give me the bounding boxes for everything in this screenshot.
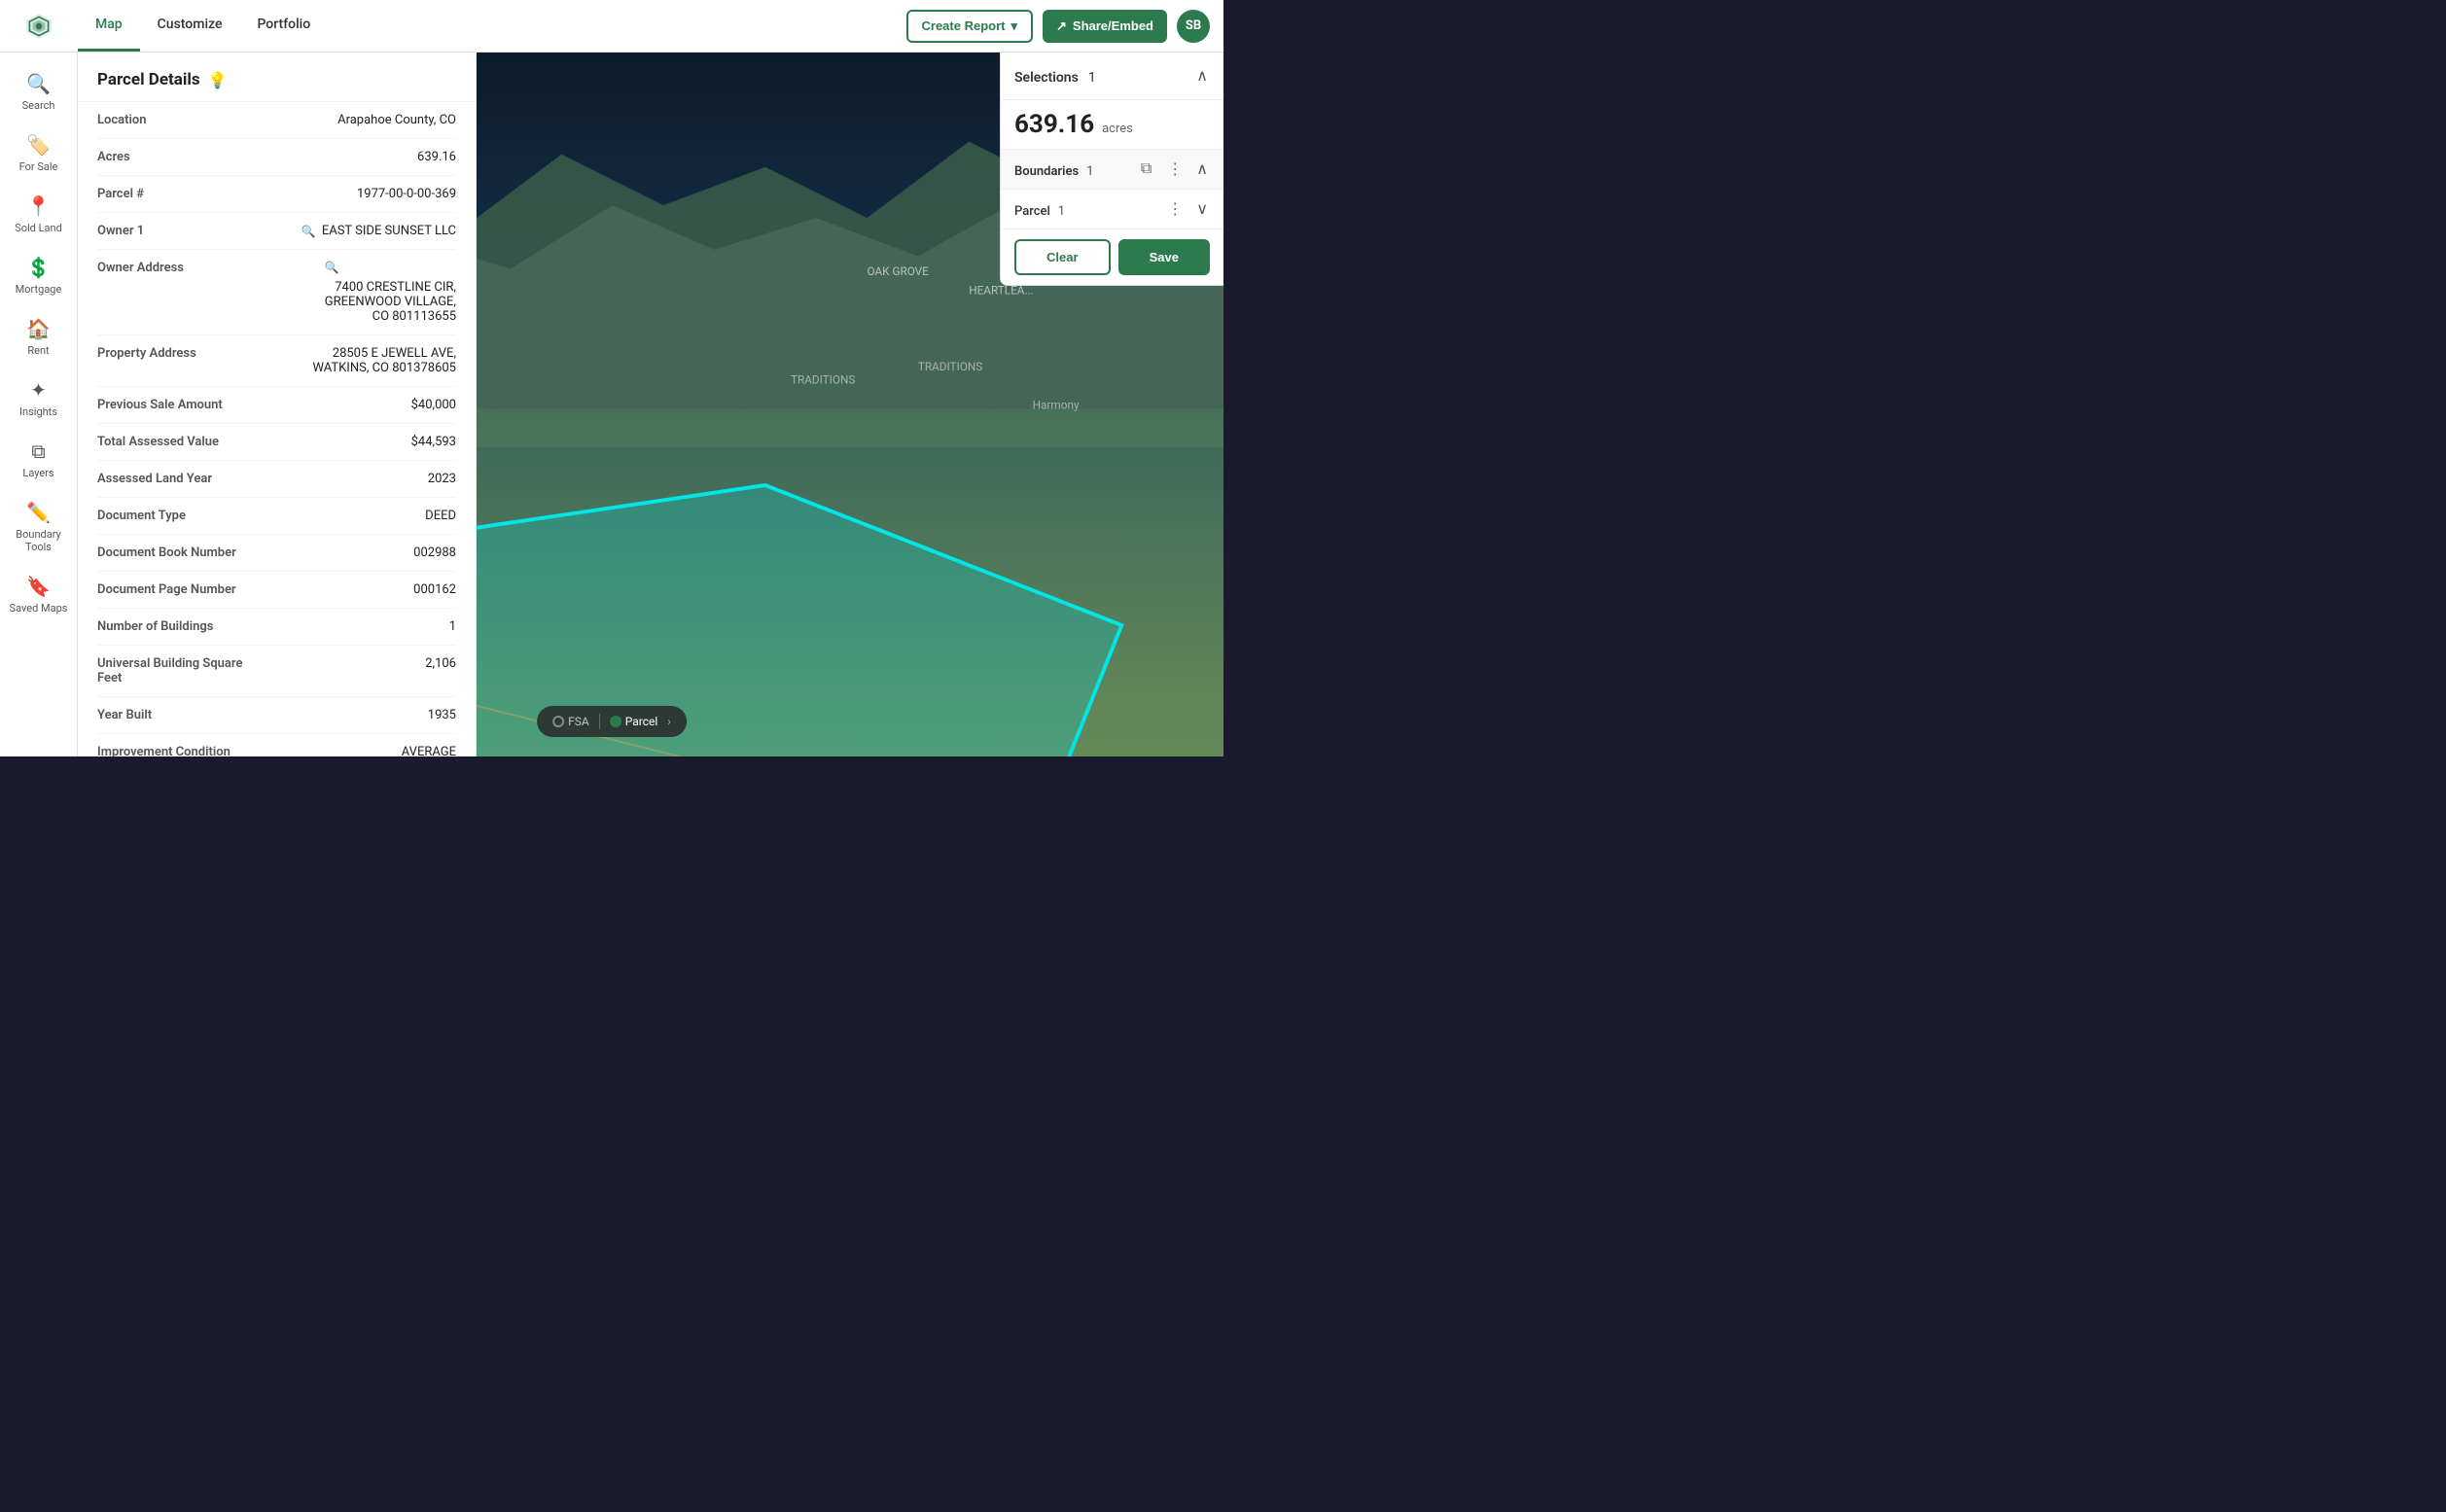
detail-row-location: Location Arapahoe County, CO bbox=[97, 102, 456, 139]
detail-row-acres: Acres 639.16 bbox=[97, 139, 456, 176]
action-buttons: Clear Save bbox=[1001, 229, 1223, 285]
create-report-button[interactable]: Create Report ▾ bbox=[906, 10, 1034, 43]
detail-row-assessed-value: Total Assessed Value $44,593 bbox=[97, 424, 456, 461]
avatar[interactable]: SB bbox=[1177, 10, 1210, 43]
share-icon: ↗ bbox=[1056, 18, 1067, 34]
bottom-bar-chevron[interactable]: › bbox=[667, 715, 671, 728]
detail-row-improvement: Improvement Condition AVERAGE bbox=[97, 734, 456, 756]
sidebar-item-sold-land[interactable]: 📍 Sold Land bbox=[5, 185, 73, 244]
detail-row-property-address: Property Address 28505 E JEWELL AVE,WATK… bbox=[97, 335, 456, 387]
chevron-up-icon: ∧ bbox=[1196, 68, 1208, 85]
left-sidebar: 🔍 Search 🏷️ For Sale 📍 Sold Land 💲 Mortg… bbox=[0, 53, 78, 756]
parcel-option[interactable]: Parcel bbox=[610, 715, 658, 728]
selections-header: Selections 1 ∧ bbox=[1001, 53, 1223, 100]
owner-search-icon[interactable]: 🔍 bbox=[301, 225, 316, 238]
tab-customize[interactable]: Customize bbox=[140, 0, 240, 52]
detail-row-doc-book: Document Book Number 002988 bbox=[97, 535, 456, 572]
bookmark-icon: 🔖 bbox=[26, 575, 51, 598]
lightbulb-icon: 💡 bbox=[208, 71, 228, 89]
tag-icon: 🏷️ bbox=[26, 133, 51, 157]
detail-row-doc-type: Document Type DEED bbox=[97, 498, 456, 535]
sidebar-item-saved-maps[interactable]: 🔖 Saved Maps bbox=[5, 565, 73, 624]
fsa-radio[interactable] bbox=[552, 716, 564, 727]
parcel-panel-title: Parcel Details bbox=[97, 70, 200, 89]
parcel-row: Parcel 1 ⋮ ∨ bbox=[1001, 190, 1223, 229]
top-navigation: Map Customize Portfolio Create Report ▾ … bbox=[0, 0, 1223, 53]
bottom-layer-bar: FSA Parcel › bbox=[537, 706, 687, 737]
home-icon: 🏠 bbox=[26, 317, 51, 340]
detail-row-buildings: Number of Buildings 1 bbox=[97, 609, 456, 646]
save-button[interactable]: Save bbox=[1118, 239, 1211, 275]
parcel-collapse-button[interactable]: ∨ bbox=[1194, 197, 1210, 221]
svg-text:Harmony: Harmony bbox=[1033, 398, 1080, 411]
address-search-icon[interactable]: 🔍 bbox=[325, 261, 339, 274]
parcel-panel-header: Parcel Details 💡 bbox=[78, 53, 476, 102]
sidebar-item-insights[interactable]: ✦ Insights bbox=[5, 369, 73, 428]
boundaries-copy-button[interactable]: ⧉ bbox=[1137, 158, 1155, 180]
boundary-icon: ✏️ bbox=[26, 501, 51, 524]
clear-button[interactable]: Clear bbox=[1014, 239, 1111, 275]
bottom-bar-divider bbox=[599, 714, 600, 729]
detail-row-land-year: Assessed Land Year 2023 bbox=[97, 461, 456, 498]
parcel-detail-rows: Location Arapahoe County, CO Acres 639.1… bbox=[78, 102, 476, 756]
nav-tabs: Map Customize Portfolio bbox=[78, 0, 328, 52]
chevron-down-icon: ▾ bbox=[1010, 18, 1017, 34]
boundaries-collapse-button[interactable]: ∧ bbox=[1194, 158, 1210, 181]
search-icon: 🔍 bbox=[26, 72, 51, 95]
nav-right-actions: Create Report ▾ ↗ Share/Embed SB bbox=[906, 10, 1224, 43]
detail-row-doc-page: Document Page Number 000162 bbox=[97, 572, 456, 609]
detail-row-prev-sale: Previous Sale Amount $40,000 bbox=[97, 387, 456, 424]
detail-row-parcel-number: Parcel # 1977-00-0-00-369 bbox=[97, 176, 456, 213]
detail-row-year-built: Year Built 1935 bbox=[97, 697, 456, 734]
tab-portfolio[interactable]: Portfolio bbox=[239, 0, 328, 52]
sidebar-item-rent[interactable]: 🏠 Rent bbox=[5, 307, 73, 367]
app-logo[interactable] bbox=[0, 0, 78, 52]
sidebar-item-boundary-tools[interactable]: ✏️ Boundary Tools bbox=[5, 491, 73, 563]
detail-row-owner-address: Owner Address 🔍 7400 CRESTLINE CIR,GREEN… bbox=[97, 250, 456, 335]
selections-panel: Selections 1 ∧ 639.16 acres Boundaries 1… bbox=[1000, 53, 1223, 286]
boundaries-row: Boundaries 1 ⧉ ⋮ ∧ bbox=[1001, 150, 1223, 190]
sidebar-item-search[interactable]: 🔍 Search bbox=[5, 62, 73, 122]
dollar-icon: 💲 bbox=[26, 256, 51, 279]
svg-text:TRADITIONS: TRADITIONS bbox=[918, 360, 982, 373]
tab-map[interactable]: Map bbox=[78, 0, 140, 52]
acres-display: 639.16 acres bbox=[1001, 100, 1223, 150]
boundaries-more-button[interactable]: ⋮ bbox=[1163, 158, 1187, 181]
parcel-radio[interactable] bbox=[610, 716, 621, 727]
svg-text:OAK GROVE: OAK GROVE bbox=[868, 264, 930, 278]
detail-row-sq-feet: Universal Building Square Feet 2,106 bbox=[97, 646, 456, 697]
parcel-details-panel: Parcel Details 💡 Location Arapahoe Count… bbox=[78, 53, 477, 756]
parcel-more-button[interactable]: ⋮ bbox=[1163, 197, 1187, 221]
insights-icon: ✦ bbox=[30, 378, 47, 402]
fsa-option[interactable]: FSA bbox=[552, 715, 589, 728]
layers-icon: ⧉ bbox=[31, 440, 45, 463]
selections-collapse-button[interactable]: ∧ bbox=[1194, 64, 1210, 88]
sidebar-item-for-sale[interactable]: 🏷️ For Sale bbox=[5, 123, 73, 183]
sidebar-item-mortgage[interactable]: 💲 Mortgage bbox=[5, 246, 73, 305]
share-embed-button[interactable]: ↗ Share/Embed bbox=[1043, 10, 1167, 43]
pin-icon: 📍 bbox=[26, 194, 51, 218]
sidebar-item-layers[interactable]: ⧉ Layers bbox=[5, 430, 73, 489]
detail-row-owner1: Owner 1 🔍 EAST SIDE SUNSET LLC bbox=[97, 213, 456, 250]
svg-text:TRADITIONS: TRADITIONS bbox=[791, 372, 855, 386]
